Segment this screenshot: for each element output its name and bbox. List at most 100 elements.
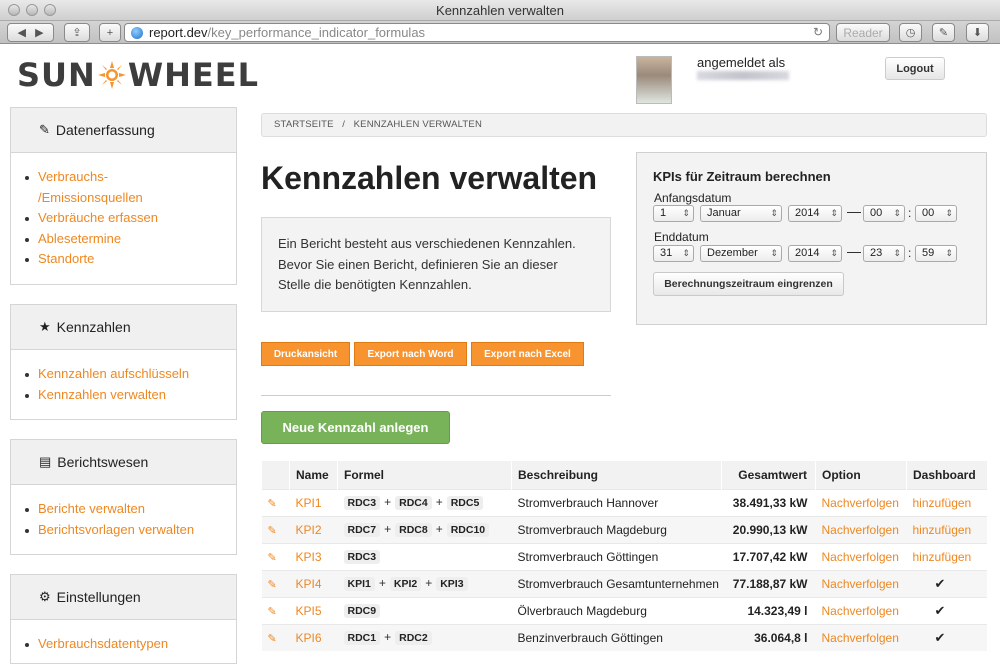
formula-term: RDC10	[446, 523, 490, 537]
history-button[interactable]: ◷	[899, 23, 922, 42]
url-path: /key_performance_indicator_formulas	[207, 25, 426, 40]
info-line: Stelle die benötigten Kennzahlen.	[278, 277, 472, 292]
back-arrow-icon[interactable]: ◀	[17, 26, 25, 39]
header-option: Option	[815, 461, 907, 489]
export-word-button[interactable]: Export nach Word	[354, 342, 467, 366]
window-controls	[8, 4, 56, 16]
end-minute-select[interactable]: 59	[915, 245, 957, 262]
follow-link[interactable]: Nachverfolgen	[815, 569, 907, 597]
kpi-name-link[interactable]: KPI4	[289, 569, 338, 597]
sidebar-item-verbrauchsquellen[interactable]: Verbrauchs- /Emissionsquellen	[25, 167, 236, 208]
print-view-button[interactable]: Druckansicht	[261, 342, 350, 366]
time-separator: —	[847, 203, 861, 219]
kpi-total: 17.707,42 kW	[721, 542, 816, 570]
info-line: Bevor Sie einen Bericht, definieren Sie …	[278, 256, 558, 272]
info-box: Ein Bericht besteht aus verschiedenen Ke…	[261, 217, 611, 312]
sun-wheel-icon	[97, 61, 126, 89]
edit-icon[interactable]: ✎	[268, 579, 277, 591]
end-day-select[interactable]: 31	[653, 245, 694, 262]
share-button[interactable]: ⇪	[64, 23, 90, 42]
sidebar-item-label[interactable]: /Emissionsquellen	[38, 190, 143, 205]
formula-term: RDC3	[343, 496, 381, 510]
new-kpi-button[interactable]: Neue Kennzahl anlegen	[261, 411, 450, 444]
breadcrumb-current: KENNZAHLEN VERWALTEN	[353, 119, 483, 130]
edit-cell: ✎	[261, 623, 290, 651]
sunwheel-logo[interactable]: SUN WHEEL	[17, 56, 259, 94]
edit-icon[interactable]: ✎	[268, 633, 277, 645]
sidebar-item-verbrauchsdatentypen[interactable]: Verbrauchsdatentypen	[25, 634, 236, 655]
download-button[interactable]: ⬇	[966, 23, 989, 42]
sidebar-section-datenerfassung: ✎ Datenerfassung Verbrauchs- /Emissionsque…	[10, 107, 237, 285]
start-hour-select[interactable]: 00	[863, 205, 905, 222]
logout-button[interactable]: Logout	[885, 57, 945, 80]
start-month-select[interactable]: Januar	[700, 205, 782, 222]
user-avatar[interactable]	[636, 56, 672, 104]
back-forward-buttons[interactable]: ◀ ▶	[7, 23, 54, 42]
star-icon: ★	[39, 319, 51, 334]
dashboard-add-link[interactable]: hinzufügen	[906, 515, 987, 543]
window-titlebar: Kennzahlen verwalten	[0, 0, 1000, 21]
kpi-name-link[interactable]: KPI6	[289, 623, 338, 651]
download-icon: ⬇	[972, 27, 983, 39]
sidebar-item-berichtsvorlagen-verwalten[interactable]: Berichtsvorlagen verwalten	[25, 520, 236, 541]
follow-link[interactable]: Nachverfolgen	[815, 623, 907, 651]
new-tab-button[interactable]: +	[99, 23, 121, 42]
kpi-formula: RDC9	[337, 596, 512, 624]
table-header-row: Name Formel Beschreibung Gesamtwert Opti…	[261, 461, 987, 489]
kpi-description: Stromverbrauch Hannover	[511, 488, 722, 516]
sidebar-item-verbraeuche-erfassen[interactable]: Verbräuche erfassen	[25, 208, 236, 229]
end-year-select[interactable]: 2014	[788, 245, 842, 262]
end-month-select[interactable]: Dezember	[700, 245, 782, 262]
table-row: ✎ KPI2 RDC7 + RDC8 + RDC10 Stromverbrauch Magde…	[261, 515, 987, 543]
dashboard-check-icon: ✔	[906, 623, 987, 651]
start-date-label: Anfangsdatum	[654, 191, 732, 205]
follow-link[interactable]: Nachverfolgen	[815, 596, 907, 624]
dashboard-add-link[interactable]: hinzufügen	[906, 542, 987, 570]
formula-plus: +	[435, 495, 443, 509]
end-hour-select[interactable]: 23	[863, 245, 905, 262]
edit-icon[interactable]: ✎	[268, 525, 277, 537]
minimize-window-button[interactable]	[26, 4, 38, 16]
sidebar-item-kennzahlen-aufschluesseln[interactable]: Kennzahlen aufschlüsseln	[25, 364, 236, 385]
kpi-name-link[interactable]: KPI1	[289, 488, 338, 516]
edit-icon: ✎	[39, 122, 50, 137]
zoom-window-button[interactable]	[44, 4, 56, 16]
edit-icon[interactable]: ✎	[268, 606, 277, 618]
kpi-total: 14.323,49 l	[721, 596, 816, 624]
reader-button[interactable]: Reader	[836, 23, 890, 42]
sidebar-item-berichte-verwalten[interactable]: Berichte verwalten	[25, 499, 236, 520]
edit-icon[interactable]: ✎	[268, 552, 277, 564]
time-colon: :	[908, 206, 912, 220]
kpi-description: Stromverbrauch Gesamtunternehmen	[511, 569, 722, 597]
dashboard-add-link[interactable]: hinzufügen	[906, 488, 987, 516]
kpi-table: Name Formel Beschreibung Gesamtwert Opti…	[261, 461, 987, 651]
address-bar[interactable]: report.dev/key_performance_indicator_for…	[124, 23, 830, 42]
start-minute-select[interactable]: 00	[915, 205, 957, 222]
formula-term: KPI2	[389, 577, 422, 591]
kpi-description: Benzinverbrauch Göttingen	[511, 623, 722, 651]
sidebar-item-standorte[interactable]: Standorte	[25, 249, 236, 270]
globe-icon	[131, 27, 143, 39]
kpi-name-link[interactable]: KPI2	[289, 515, 338, 543]
table-row: ✎ KPI4 KPI1 + KPI2 + KPI3 Stromverbrauch Gesamt…	[261, 569, 987, 597]
follow-link[interactable]: Nachverfolgen	[815, 542, 907, 570]
limit-period-button[interactable]: Berechnungszeitraum eingrenzen	[653, 272, 844, 296]
sidebar-item-ablesetermine[interactable]: Ablesetermine	[25, 229, 236, 250]
follow-link[interactable]: Nachverfolgen	[815, 488, 907, 516]
breadcrumb-home[interactable]: STARTSEITE	[274, 119, 334, 130]
info-line: Ein Bericht besteht aus verschiedenen Ke…	[278, 236, 576, 251]
settings-button[interactable]: ✎	[932, 23, 955, 42]
forward-arrow-icon[interactable]: ▶	[35, 26, 43, 39]
follow-link[interactable]: Nachverfolgen	[815, 515, 907, 543]
edit-icon[interactable]: ✎	[268, 498, 277, 510]
kpi-name-link[interactable]: KPI3	[289, 542, 338, 570]
sidebar-section-kennzahlen: ★ Kennzahlen Kennzahlen aufschlüsseln Ken…	[10, 304, 237, 420]
kpi-name-link[interactable]: KPI5	[289, 596, 338, 624]
reload-icon[interactable]: ↻	[813, 24, 823, 41]
sidebar-item-label[interactable]: Verbrauchs-	[38, 169, 108, 184]
start-year-select[interactable]: 2014	[788, 205, 842, 222]
sidebar-item-kennzahlen-verwalten[interactable]: Kennzahlen verwalten	[25, 385, 236, 406]
export-excel-button[interactable]: Export nach Excel	[471, 342, 584, 366]
start-day-select[interactable]: 1	[653, 205, 694, 222]
close-window-button[interactable]	[8, 4, 20, 16]
